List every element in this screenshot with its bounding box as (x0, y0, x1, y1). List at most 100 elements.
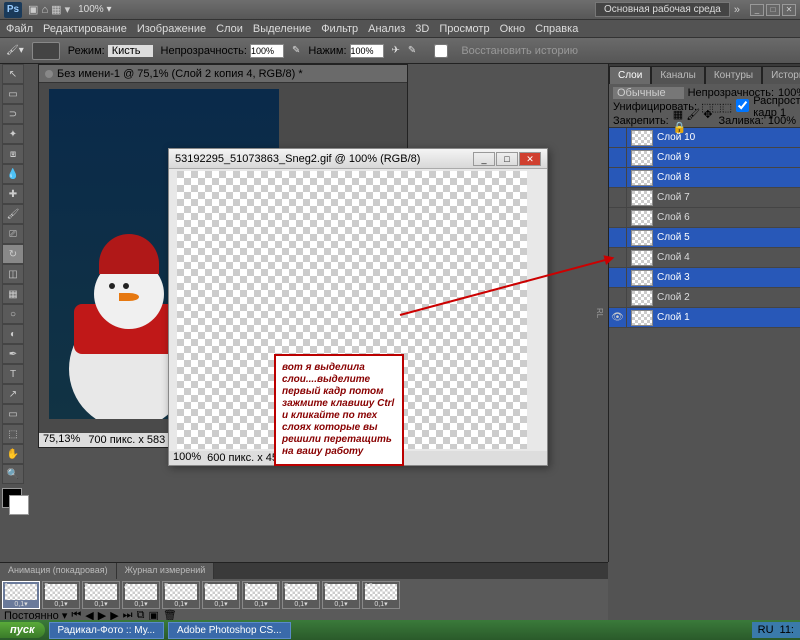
visibility-icon[interactable] (609, 228, 627, 248)
frame[interactable]: 10,1▾ (2, 581, 40, 609)
doc2-titlebar[interactable]: 53192295_51073863_Sneg2.gif @ 100% (RGB/… (169, 149, 547, 169)
doc2-zoom[interactable]: 100% (173, 451, 201, 465)
propagate-checkbox[interactable] (736, 99, 749, 112)
frame-delay[interactable]: 0,1▾ (83, 600, 119, 608)
frame-delay[interactable]: 0,1▾ (43, 600, 79, 608)
frame-delay[interactable]: 0,1▾ (203, 600, 239, 608)
frame[interactable]: 80,1▾ (282, 581, 320, 609)
dodge-tool[interactable]: ◐ (2, 324, 24, 344)
system-tray[interactable]: RU 11: (752, 622, 800, 638)
blend-mode[interactable]: Обычные (613, 87, 684, 99)
move-tool[interactable]: ↖ (2, 64, 24, 84)
visibility-icon[interactable] (609, 128, 627, 148)
opacity-pressure-icon[interactable]: ✎ (292, 45, 300, 56)
visibility-icon[interactable] (609, 268, 627, 288)
menu-select[interactable]: Выделение (253, 23, 311, 35)
menu-analysis[interactable]: Анализ (368, 23, 405, 35)
visibility-icon[interactable] (609, 168, 627, 188)
frame[interactable]: 90,1▾ (322, 581, 360, 609)
airbrush-icon[interactable]: ✈ (392, 45, 400, 56)
frame-delay[interactable]: 0,1▾ (3, 600, 39, 608)
visibility-icon[interactable] (609, 188, 627, 208)
start-button[interactable]: пуск (0, 622, 45, 638)
wand-tool[interactable]: ✦ (2, 124, 24, 144)
frame-delay[interactable]: 0,1▾ (243, 600, 279, 608)
frame-delay[interactable]: 0,1▾ (283, 600, 319, 608)
menu-window[interactable]: Окно (500, 23, 526, 35)
maximize-button[interactable]: □ (766, 4, 780, 16)
workspace-more-icon[interactable]: » (734, 4, 740, 16)
flow-input[interactable] (350, 44, 384, 58)
doc2-close[interactable]: ✕ (519, 152, 541, 166)
crop-tool[interactable]: ⧆ (2, 144, 24, 164)
lasso-tool[interactable]: ⊃ (2, 104, 24, 124)
brush-preset[interactable] (32, 42, 60, 60)
frame[interactable]: 40,1▾ (122, 581, 160, 609)
layer-row[interactable]: Слой 8 (609, 168, 800, 188)
visibility-icon[interactable]: 👁 (609, 308, 627, 328)
color-swatch[interactable] (2, 488, 22, 508)
visibility-icon[interactable] (609, 288, 627, 308)
frame[interactable]: 100,1▾ (362, 581, 400, 609)
history-brush-tool[interactable]: ↻ (2, 244, 24, 264)
titlebar-icons[interactable]: ▣ ⌂ ▦ ▾ (28, 3, 70, 16)
layer-row[interactable]: Слой 9 (609, 148, 800, 168)
frame[interactable]: 70,1▾ (242, 581, 280, 609)
lock-icons[interactable]: ▦ 🖌 ✥ 🔒 (673, 108, 715, 134)
gradient-tool[interactable]: ▦ (2, 284, 24, 304)
tab-measurements[interactable]: Журнал измерений (117, 563, 215, 579)
task-1[interactable]: Радикал-Фото :: Му... (49, 622, 165, 639)
doc1-tab[interactable]: Без имени-1 @ 75,1% (Слой 2 копия 4, RGB… (39, 65, 407, 83)
shape-tool[interactable]: ▭ (2, 404, 24, 424)
menu-3d[interactable]: 3D (415, 23, 429, 35)
layer-row[interactable]: Слой 6 (609, 208, 800, 228)
doc2-minimize[interactable]: _ (473, 152, 495, 166)
tab-history[interactable]: История (762, 66, 800, 84)
menu-edit[interactable]: Редактирование (43, 23, 127, 35)
visibility-icon[interactable] (609, 208, 627, 228)
workspace-button[interactable]: Основная рабочая среда (595, 2, 730, 17)
tab-layers[interactable]: Слои (609, 66, 651, 84)
doc2-maximize[interactable]: □ (496, 152, 518, 166)
tab-channels[interactable]: Каналы (651, 66, 705, 84)
path-tool[interactable]: ↗ (2, 384, 24, 404)
marquee-tool[interactable]: ▭ (2, 84, 24, 104)
3d-tool[interactable]: ⬚ (2, 424, 24, 444)
layer-row[interactable]: 👁Слой 1 (609, 308, 800, 328)
frame[interactable]: 60,1▾ (202, 581, 240, 609)
close-button[interactable]: ✕ (782, 4, 796, 16)
tool-preset-icon[interactable]: 🖌▾ (6, 45, 24, 56)
zoom-tool[interactable]: 🔍 (2, 464, 24, 484)
eraser-tool[interactable]: ◫ (2, 264, 24, 284)
tablet-pressure-icon[interactable]: ✎ (408, 45, 416, 56)
layer-row[interactable]: Слой 4 (609, 248, 800, 268)
menu-help[interactable]: Справка (535, 23, 578, 35)
menu-layer[interactable]: Слои (216, 23, 243, 35)
layer-row[interactable]: Слой 3 (609, 268, 800, 288)
tab-animation[interactable]: Анимация (покадровая) (0, 563, 117, 579)
hand-tool[interactable]: ✋ (2, 444, 24, 464)
frame-delay[interactable]: 0,1▾ (323, 600, 359, 608)
menu-image[interactable]: Изображение (137, 23, 206, 35)
tab-paths[interactable]: Контуры (705, 66, 762, 84)
opacity-input[interactable] (250, 44, 284, 58)
task-2[interactable]: Adobe Photoshop CS... (168, 622, 291, 639)
type-tool[interactable]: T (2, 364, 24, 384)
history-checkbox[interactable] (424, 44, 458, 58)
frame-delay[interactable]: 0,1▾ (363, 600, 399, 608)
layer-row[interactable]: Слой 5 (609, 228, 800, 248)
frame[interactable]: 50,1▾ (162, 581, 200, 609)
blur-tool[interactable]: ○ (2, 304, 24, 324)
menu-filter[interactable]: Фильтр (321, 23, 358, 35)
menu-file[interactable]: Файл (6, 23, 33, 35)
stamp-tool[interactable]: ⎚ (2, 224, 24, 244)
heal-tool[interactable]: ✚ (2, 184, 24, 204)
lang-indicator[interactable]: RU (758, 624, 774, 636)
frame-delay[interactable]: 0,1▾ (123, 600, 159, 608)
menu-view[interactable]: Просмотр (439, 23, 489, 35)
fill-value[interactable]: 100% (768, 115, 796, 127)
layer-row[interactable]: Слой 2 (609, 288, 800, 308)
zoom-display[interactable]: 100% ▾ (78, 4, 111, 15)
eyedropper-tool[interactable]: 💧 (2, 164, 24, 184)
frame[interactable]: 30,1▾ (82, 581, 120, 609)
